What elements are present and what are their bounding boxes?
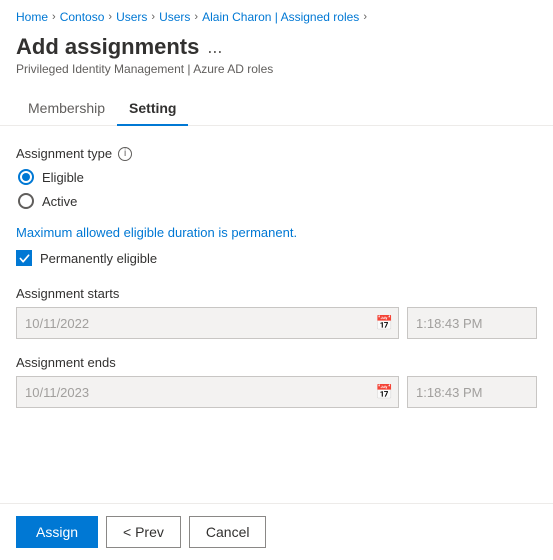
breadcrumb: Home › Contoso › Users › Users › Alain C… — [0, 0, 553, 30]
assignment-type-label-text: Assignment type — [16, 146, 112, 161]
tab-setting[interactable]: Setting — [117, 92, 188, 126]
assignment-type-info-icon[interactable]: i — [118, 147, 132, 161]
breadcrumb-users2[interactable]: Users — [159, 10, 190, 24]
permanently-eligible-label: Permanently eligible — [40, 251, 157, 266]
assignment-starts-section: Assignment starts 📅 — [16, 286, 537, 339]
radio-active-label: Active — [42, 194, 77, 209]
breadcrumb-assigned-roles[interactable]: Alain Charon | Assigned roles — [202, 10, 359, 24]
page-subtitle: Privileged Identity Management | Azure A… — [16, 62, 537, 76]
radio-eligible[interactable]: Eligible — [18, 169, 537, 185]
prev-button[interactable]: < Prev — [106, 516, 181, 548]
ends-date-input[interactable] — [16, 376, 399, 408]
starts-time-input[interactable] — [407, 307, 537, 339]
info-message: Maximum allowed eligible duration is per… — [16, 225, 537, 240]
radio-eligible-circle[interactable] — [18, 169, 34, 185]
ends-time-input[interactable] — [407, 376, 537, 408]
assignment-ends-label: Assignment ends — [16, 355, 537, 370]
radio-active[interactable]: Active — [18, 193, 537, 209]
tabs-bar: Membership Setting — [0, 92, 553, 126]
page-title-text: Add assignments — [16, 34, 199, 60]
starts-date-input[interactable] — [16, 307, 399, 339]
breadcrumb-sep-4: › — [194, 11, 198, 23]
assignment-type-label: Assignment type i — [16, 146, 537, 161]
page-container: Home › Contoso › Users › Users › Alain C… — [0, 0, 553, 560]
radio-active-circle[interactable] — [18, 193, 34, 209]
assignment-starts-label: Assignment starts — [16, 286, 537, 301]
content-area: Assignment type i Eligible Active Maximu… — [0, 126, 553, 444]
assignment-ends-row: 📅 — [16, 376, 537, 408]
cancel-button[interactable]: Cancel — [189, 516, 267, 548]
breadcrumb-contoso[interactable]: Contoso — [60, 10, 105, 24]
assignment-ends-section: Assignment ends 📅 — [16, 355, 537, 408]
assignment-type-group: Assignment type i Eligible Active — [16, 146, 537, 209]
page-title-ellipsis[interactable]: ... — [207, 37, 222, 58]
tab-membership[interactable]: Membership — [16, 92, 117, 126]
page-header: Add assignments ... Privileged Identity … — [0, 30, 553, 84]
footer: Assign < Prev Cancel — [0, 503, 553, 560]
breadcrumb-home[interactable]: Home — [16, 10, 48, 24]
permanently-eligible-row: Permanently eligible — [16, 250, 537, 266]
permanently-eligible-checkbox[interactable] — [16, 250, 32, 266]
assign-button[interactable]: Assign — [16, 516, 98, 548]
ends-date-wrap: 📅 — [16, 376, 399, 408]
radio-eligible-label: Eligible — [42, 170, 84, 185]
starts-date-wrap: 📅 — [16, 307, 399, 339]
breadcrumb-sep-2: › — [108, 11, 112, 23]
radio-group-assignment-type: Eligible Active — [18, 169, 537, 209]
page-title: Add assignments ... — [16, 34, 537, 60]
check-icon — [19, 253, 30, 264]
breadcrumb-sep-3: › — [151, 11, 155, 23]
breadcrumb-users1[interactable]: Users — [116, 10, 147, 24]
assignment-starts-row: 📅 — [16, 307, 537, 339]
breadcrumb-sep-1: › — [52, 11, 56, 23]
breadcrumb-sep-5: › — [363, 11, 367, 23]
